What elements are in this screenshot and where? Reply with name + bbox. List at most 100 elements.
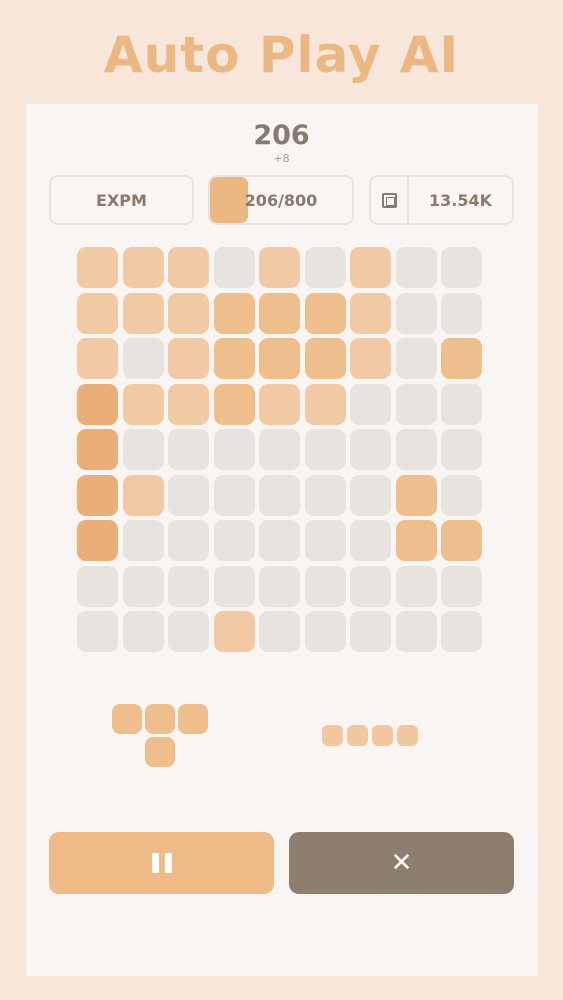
board-cell-empty[interactable] (441, 247, 482, 288)
board-cell-empty[interactable] (304, 247, 346, 288)
board-cell-empty[interactable] (168, 611, 209, 652)
piece-block (145, 737, 175, 767)
board-cell-filled[interactable] (77, 338, 118, 379)
board-cell-empty[interactable] (350, 565, 391, 607)
board-cell-filled[interactable] (395, 474, 437, 516)
board-cell-empty[interactable] (259, 429, 300, 470)
board-cell-empty[interactable] (122, 611, 164, 652)
page-title: Auto Play AI (103, 26, 460, 84)
board-cell-filled[interactable] (213, 611, 255, 652)
board-cell-empty[interactable] (168, 474, 209, 516)
board-cell-empty[interactable] (304, 429, 346, 470)
board-cell-empty[interactable] (441, 429, 482, 470)
piece-block (322, 725, 343, 746)
mode-label: EXPM (96, 190, 147, 210)
board-cell-empty[interactable] (168, 429, 209, 470)
board-cell-filled[interactable] (168, 383, 209, 425)
game-board[interactable] (77, 247, 483, 653)
board-cell-empty[interactable] (350, 611, 391, 652)
board-cell-filled[interactable] (168, 247, 209, 288)
board-cell-empty[interactable] (441, 383, 482, 425)
board-cell-empty[interactable] (441, 474, 482, 516)
board-cell-filled[interactable] (259, 292, 300, 334)
board-cell-filled[interactable] (213, 292, 255, 334)
board-cell-empty[interactable] (395, 292, 437, 334)
board-cell-filled[interactable] (350, 292, 391, 334)
board-cell-filled[interactable] (304, 292, 346, 334)
board-cell-empty[interactable] (122, 565, 164, 607)
board-cell-empty[interactable] (122, 429, 164, 470)
board-cell-filled[interactable] (395, 520, 437, 561)
board-cell-empty[interactable] (395, 383, 437, 425)
progress-label: 206/800 (244, 190, 318, 210)
board-cell-filled[interactable] (168, 292, 209, 334)
game-screen: Auto Play AI 206 +8 EXPM 206/800 13.54K … (0, 0, 563, 1000)
board-cell-empty[interactable] (168, 520, 209, 561)
piece-line-four[interactable] (322, 725, 418, 747)
board-cell-filled[interactable] (77, 520, 118, 561)
board-cell-filled[interactable] (77, 383, 118, 425)
board-cell-empty[interactable] (395, 565, 437, 607)
piece-block (112, 704, 142, 734)
board-cell-filled[interactable] (259, 338, 300, 379)
board-cell-filled[interactable] (350, 247, 391, 288)
board-cell-filled[interactable] (122, 383, 164, 425)
board-cell-empty[interactable] (395, 338, 437, 379)
piece-block (145, 704, 175, 734)
board-cell-empty[interactable] (441, 565, 482, 607)
board-cell-filled[interactable] (122, 247, 164, 288)
pause-button[interactable] (49, 832, 274, 894)
progress-text: 206/800 (210, 177, 352, 223)
board-cell-filled[interactable] (213, 338, 255, 379)
board-cell-filled[interactable] (213, 383, 255, 425)
board-cell-empty[interactable] (350, 520, 391, 561)
board-cell-empty[interactable] (259, 565, 300, 607)
board-cell-empty[interactable] (350, 383, 391, 425)
close-button[interactable]: ✕ (289, 832, 514, 894)
board-cell-filled[interactable] (304, 383, 346, 425)
board-cell-empty[interactable] (259, 474, 300, 516)
board-cell-empty[interactable] (259, 611, 300, 652)
board-cell-empty[interactable] (350, 474, 391, 516)
board-cell-filled[interactable] (350, 338, 391, 379)
board-cell-empty[interactable] (304, 611, 346, 652)
board-cell-empty[interactable] (213, 474, 255, 516)
board-cell-empty[interactable] (213, 247, 255, 288)
board-cell-filled[interactable] (77, 474, 118, 516)
board-cell-empty[interactable] (122, 520, 164, 561)
board-cell-empty[interactable] (395, 611, 437, 652)
board-cell-filled[interactable] (168, 338, 209, 379)
close-icon: ✕ (390, 848, 413, 878)
board-cell-empty[interactable] (213, 565, 255, 607)
board-cell-empty[interactable] (168, 565, 209, 607)
board-cell-empty[interactable] (441, 292, 482, 334)
board-cell-empty[interactable] (304, 520, 346, 561)
board-cell-empty[interactable] (304, 474, 346, 516)
board-cell-empty[interactable] (395, 247, 437, 288)
board-cell-empty[interactable] (77, 611, 118, 652)
board-cell-empty[interactable] (122, 338, 164, 379)
board-cell-filled[interactable] (77, 247, 118, 288)
coins-value: 13.54K (428, 190, 492, 210)
board-cell-filled[interactable] (304, 338, 346, 379)
board-cell-filled[interactable] (441, 520, 482, 561)
board-cell-filled[interactable] (259, 247, 300, 288)
board-cell-empty[interactable] (441, 611, 482, 652)
board-cell-filled[interactable] (122, 292, 164, 334)
board-cell-filled[interactable] (77, 292, 118, 334)
piece-t-shape[interactable] (112, 704, 208, 767)
board-cell-empty[interactable] (259, 520, 300, 561)
board-cell-empty[interactable] (77, 565, 118, 607)
board-cell-empty[interactable] (395, 429, 437, 470)
board-cell-empty[interactable] (213, 520, 255, 561)
board-cell-filled[interactable] (122, 474, 164, 516)
board-cell-empty[interactable] (213, 429, 255, 470)
board-cell-empty[interactable] (350, 429, 391, 470)
board-cell-filled[interactable] (77, 429, 118, 470)
board-cell-filled[interactable] (259, 383, 300, 425)
coins-counter: 13.54K (369, 175, 514, 225)
score-delta: +8 (273, 152, 290, 165)
level-progress: 206/800 (208, 175, 354, 225)
board-cell-filled[interactable] (441, 338, 482, 379)
board-cell-empty[interactable] (304, 565, 346, 607)
